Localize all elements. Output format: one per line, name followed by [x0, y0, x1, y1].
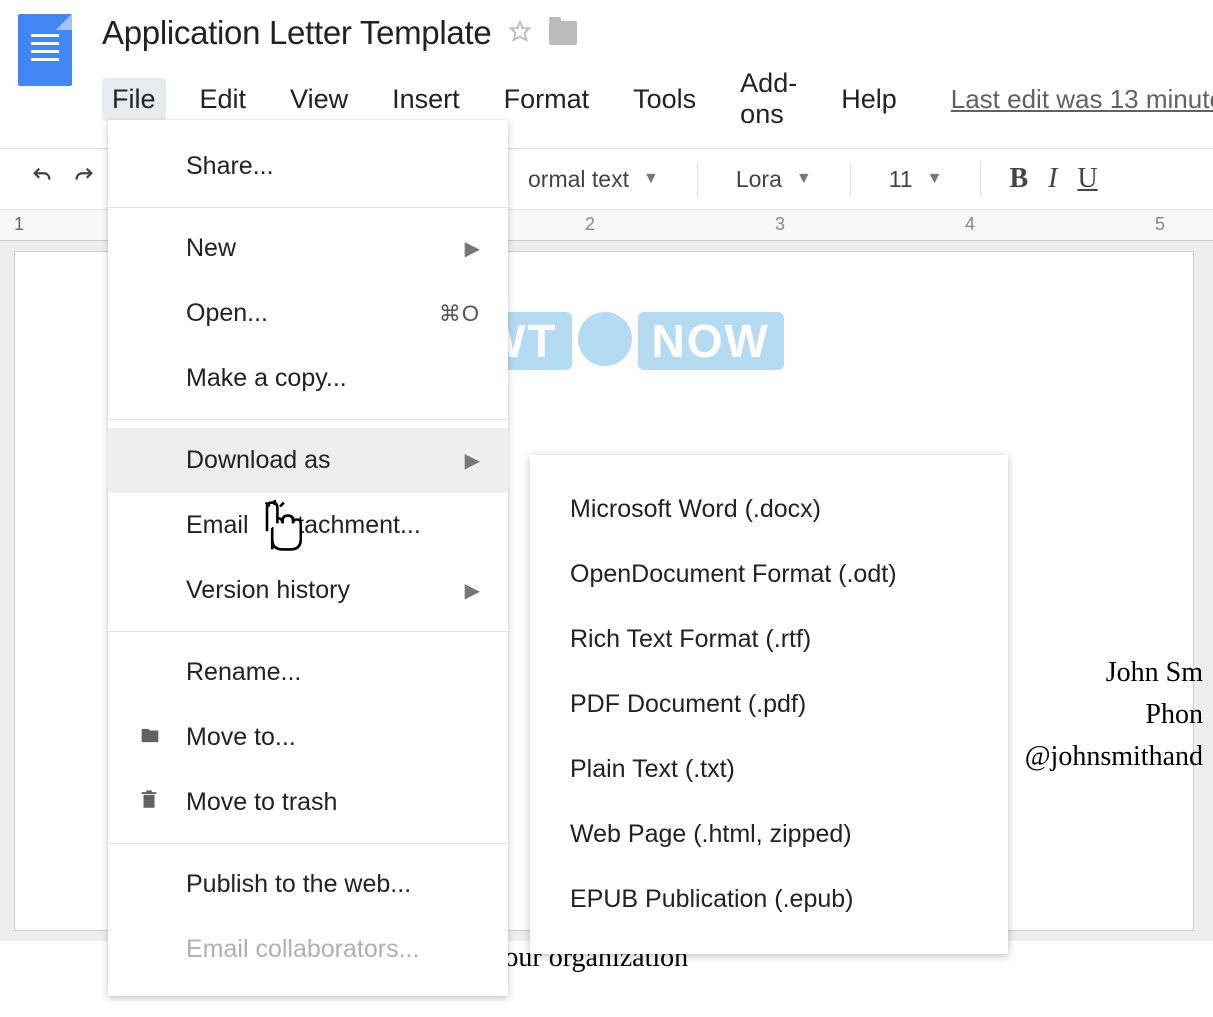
font-label: Lora [736, 166, 782, 193]
menu-item-publish[interactable]: Publish to the web... [108, 852, 508, 917]
style-label: ormal text [528, 166, 629, 193]
label: Rename... [186, 658, 301, 687]
label: Make a copy... [186, 364, 347, 393]
doc-text: Phon [1025, 694, 1203, 736]
separator [108, 207, 508, 208]
menu-item-share[interactable]: Share... [108, 134, 508, 199]
menu-insert[interactable]: Insert [382, 78, 470, 121]
chevron-down-icon: ▼ [796, 170, 812, 188]
chevron-down-icon: ▼ [643, 170, 659, 188]
ruler-left-margin: 1 [0, 214, 24, 235]
submenu-item-odt[interactable]: OpenDocument Format (.odt) [530, 542, 1008, 607]
doc-text: @johnsmithand [1025, 736, 1203, 778]
ruler-tick: 2 [585, 214, 595, 235]
paragraph-style-dropdown[interactable]: ormal text ▼ [518, 166, 669, 193]
separator [108, 419, 508, 420]
menu-item-download-as[interactable]: Download as ▶ [108, 428, 508, 493]
download-as-submenu: Microsoft Word (.docx) OpenDocument Form… [530, 455, 1008, 954]
star-icon[interactable] [509, 20, 531, 47]
menu-file[interactable]: File [102, 78, 166, 121]
italic-button[interactable]: I [1048, 163, 1057, 195]
label: Share... [186, 152, 274, 181]
menu-item-new[interactable]: New ▶ [108, 216, 508, 281]
submenu-item-docx[interactable]: Microsoft Word (.docx) [530, 477, 1008, 542]
size-label: 11 [889, 166, 913, 193]
menu-item-open[interactable]: Open... ⌘O [108, 281, 508, 346]
chevron-right-icon: ▶ [465, 236, 480, 261]
separator [108, 631, 508, 632]
menu-addons[interactable]: Add-ons [730, 62, 807, 136]
trash-icon [138, 787, 160, 818]
submenu-item-pdf[interactable]: PDF Document (.pdf) [530, 672, 1008, 737]
submenu-item-rtf[interactable]: Rich Text Format (.rtf) [530, 607, 1008, 672]
submenu-item-txt[interactable]: Plain Text (.txt) [530, 737, 1008, 802]
menu-item-rename[interactable]: Rename... [108, 640, 508, 705]
ruler-tick: 5 [1155, 214, 1165, 235]
label: Publish to the web... [186, 870, 411, 899]
menu-edit[interactable]: Edit [190, 78, 257, 121]
menu-item-email-attachment[interactable]: Email attachment... [108, 493, 508, 558]
label: New [186, 234, 236, 263]
label: Move to... [186, 723, 296, 752]
chevron-right-icon: ▶ [465, 578, 480, 603]
label: Email collaborators... [186, 935, 419, 964]
doc-text: John Sm [1025, 652, 1203, 694]
watermark-logo-icon [578, 312, 632, 366]
menu-view[interactable]: View [280, 78, 358, 121]
font-size-dropdown[interactable]: 11 ▼ [879, 166, 953, 193]
file-menu-dropdown: Share... New ▶ Open... ⌘O Make a copy... D… [108, 120, 508, 996]
ruler-tick: 4 [965, 214, 975, 235]
label: Move to trash [186, 788, 337, 817]
menu-help[interactable]: Help [831, 78, 907, 121]
document-title[interactable]: Application Letter Template [102, 14, 491, 52]
label: Download as [186, 446, 331, 475]
label: Open... [186, 299, 268, 328]
document-header-block: John Sm Phon @johnsmithand [1025, 652, 1203, 778]
menu-item-make-copy[interactable]: Make a copy... [108, 346, 508, 411]
folder-icon[interactable] [549, 21, 577, 45]
menu-item-version-history[interactable]: Version history ▶ [108, 558, 508, 623]
menu-item-email-collaborators[interactable]: Email collaborators... [108, 917, 508, 982]
separator [108, 843, 508, 844]
bold-button[interactable]: B [1009, 163, 1028, 195]
watermark-right: NOW [638, 312, 784, 370]
chevron-right-icon: ▶ [465, 448, 480, 473]
undo-icon[interactable] [28, 165, 56, 193]
menu-tools[interactable]: Tools [623, 78, 706, 121]
redo-icon[interactable] [70, 165, 98, 193]
docs-app-icon[interactable] [18, 14, 72, 86]
submenu-item-epub[interactable]: EPUB Publication (.epub) [530, 867, 1008, 932]
shortcut: ⌘O [439, 301, 480, 327]
menu-item-move-to[interactable]: Move to... [108, 705, 508, 770]
submenu-item-html[interactable]: Web Page (.html, zipped) [530, 802, 1008, 867]
folder-icon [138, 723, 162, 752]
label: Email attachment... [186, 511, 421, 540]
last-edit-link[interactable]: Last edit was 13 minute [951, 84, 1213, 115]
ruler-tick: 3 [775, 214, 785, 235]
label: Version history [186, 576, 350, 605]
font-dropdown[interactable]: Lora ▼ [726, 166, 822, 193]
menu-format[interactable]: Format [494, 78, 600, 121]
chevron-down-icon: ▼ [927, 170, 943, 188]
menu-item-move-to-trash[interactable]: Move to trash [108, 770, 508, 835]
underline-button[interactable]: U [1077, 163, 1097, 195]
